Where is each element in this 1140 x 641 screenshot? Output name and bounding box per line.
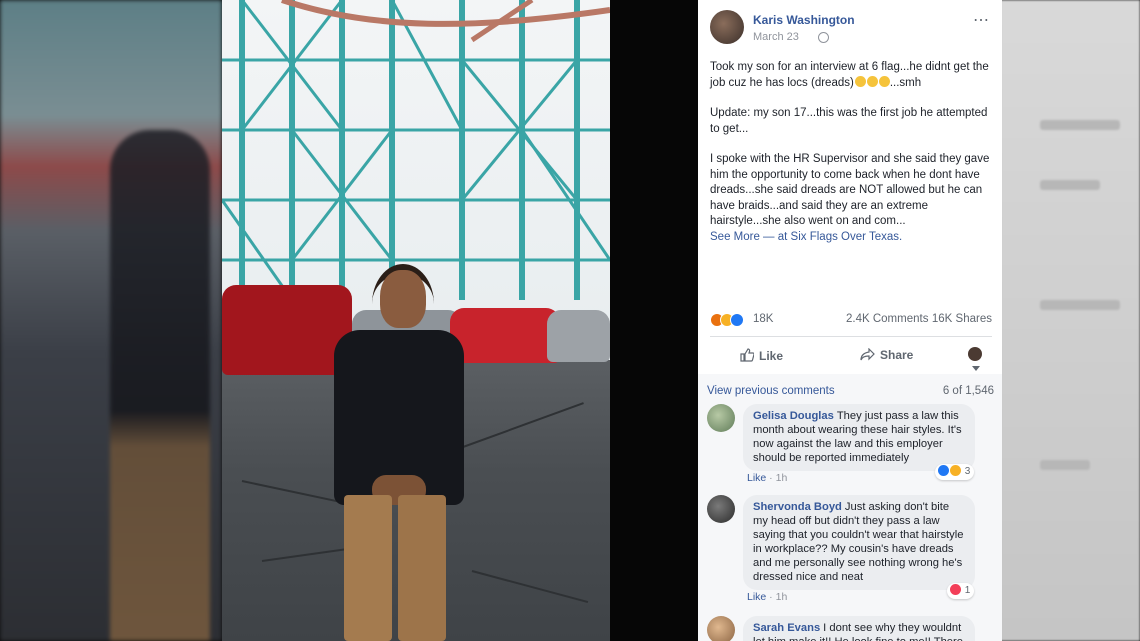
comment-like-link[interactable]: Like — [747, 472, 766, 484]
comment-meta-separator: · — [766, 591, 776, 603]
globe-icon — [818, 32, 829, 43]
persevering-face-emoji-icon — [866, 75, 878, 87]
post-paragraph-text: I spoke with the HR Supervisor and she s… — [710, 153, 990, 227]
commenter-name[interactable]: Gelisa Douglas — [753, 410, 834, 422]
post-text: Took my son for an interview at 6 flag..… — [710, 60, 994, 245]
person-head — [380, 270, 426, 328]
reaction-count[interactable]: 18K — [753, 313, 773, 325]
facebook-post-card: Karis Washington March 23 ⋯ Took my son … — [698, 0, 1002, 641]
comment-meta: Like · 1h — [747, 591, 787, 603]
commenter-avatar[interactable] — [707, 404, 735, 432]
user-avatar-icon — [968, 347, 982, 361]
person-pants-right — [398, 495, 446, 641]
share-button[interactable]: Share — [860, 348, 913, 362]
like-button-label: Like — [759, 349, 784, 363]
post-paragraph-text: Took my son for an interview at 6 flag..… — [710, 61, 989, 89]
comment-time[interactable]: 1h — [776, 472, 788, 484]
post-paragraph: Took my son for an interview at 6 flag..… — [710, 60, 994, 91]
blurred-text-line — [1040, 300, 1120, 310]
person-pants-left — [344, 495, 392, 641]
commenter-avatar[interactable] — [707, 495, 735, 523]
location-link[interactable]: Six Flags Over Texas — [791, 231, 899, 243]
blurred-background-left — [0, 0, 222, 641]
commenter-name[interactable]: Sarah Evans — [753, 622, 820, 634]
post-date[interactable]: March 23 — [753, 31, 799, 43]
comment-bubble: Sarah EvansI dont see why they wouldnt l… — [743, 616, 975, 641]
comment-like-link[interactable]: Like — [747, 591, 766, 603]
post-paragraph: I spoke with the HR Supervisor and she s… — [710, 152, 994, 245]
comment-item: Gelisa Douglas They just pass a law this … — [707, 404, 997, 488]
persevering-face-emoji-icon — [854, 75, 866, 87]
comment-reactions[interactable]: 3 — [935, 464, 975, 480]
post-header: Karis Washington March 23 ⋯ — [710, 10, 990, 46]
comment-item: Shervonda Boyd Just asking don't bite my … — [707, 495, 997, 605]
divider-gap — [610, 0, 698, 641]
blurred-text-line — [1040, 180, 1100, 190]
comment-reactions[interactable]: 1 — [947, 583, 975, 599]
location-prefix: — at — [759, 230, 791, 243]
haha-reaction-icon — [950, 465, 961, 476]
blurred-person-silhouette — [110, 130, 210, 641]
share-button-label: Share — [880, 348, 914, 362]
shares-count[interactable]: 16K Shares — [932, 313, 992, 325]
like-reaction-icon — [730, 313, 744, 327]
view-previous-comments-link[interactable]: View previous comments — [707, 385, 835, 397]
comment-bubble: Shervonda Boyd Just asking don't bite my … — [743, 495, 975, 590]
blurred-text-line — [1040, 120, 1120, 130]
thumbs-up-icon — [740, 348, 754, 362]
audience-selector[interactable] — [968, 347, 992, 375]
divider — [710, 336, 992, 337]
comments-pagination: 6 of 1,546 — [942, 385, 994, 397]
comment-meta: Like · 1h — [747, 472, 787, 484]
pavement-crack — [471, 570, 589, 604]
location-suffix: . — [898, 230, 903, 243]
roller-coaster-structure — [222, 0, 610, 301]
comments-count[interactable]: 2.4K Comments — [846, 313, 928, 325]
chevron-down-icon — [972, 366, 980, 371]
post-paragraph: Update: my son 17...this was the first j… — [710, 107, 988, 135]
post-paragraph-suffix: ...smh — [889, 76, 922, 89]
author-avatar[interactable] — [710, 10, 744, 44]
share-arrow-icon — [860, 348, 875, 361]
comment-text: Just asking don't bite my head off but d… — [753, 501, 964, 583]
author-name[interactable]: Karis Washington — [753, 13, 855, 27]
like-reaction-icon — [938, 465, 949, 476]
commenter-avatar[interactable] — [707, 616, 735, 641]
see-more-link[interactable]: See More — [710, 231, 760, 243]
comment-reaction-count: 3 — [964, 466, 971, 477]
post-actions: Like Share — [710, 342, 992, 371]
comments-section: View previous comments 6 of 1,546 Gelisa… — [698, 374, 1002, 641]
comment-bubble: Gelisa Douglas They just pass a law this … — [743, 404, 975, 471]
pavement-crack — [451, 402, 584, 452]
post-photo[interactable] — [222, 0, 610, 641]
persevering-face-emoji-icon — [878, 75, 890, 87]
like-button[interactable]: Like — [740, 348, 783, 363]
love-reaction-icon — [950, 584, 961, 595]
blurred-text-line — [1040, 460, 1090, 470]
red-car — [450, 308, 560, 363]
blurred-background-right — [1000, 0, 1140, 641]
comment-item: Sarah EvansI dont see why they wouldnt l… — [707, 616, 997, 641]
post-stats: 18K 2.4K Comments 16K Shares — [710, 312, 992, 330]
comment-reaction-count: 1 — [964, 585, 971, 596]
more-options-icon[interactable]: ⋯ — [973, 10, 990, 30]
gray-car — [547, 310, 610, 362]
red-suv — [222, 285, 352, 375]
comment-time[interactable]: 1h — [776, 591, 788, 603]
comment-meta-separator: · — [766, 472, 776, 484]
commenter-name[interactable]: Shervonda Boyd — [753, 501, 842, 513]
